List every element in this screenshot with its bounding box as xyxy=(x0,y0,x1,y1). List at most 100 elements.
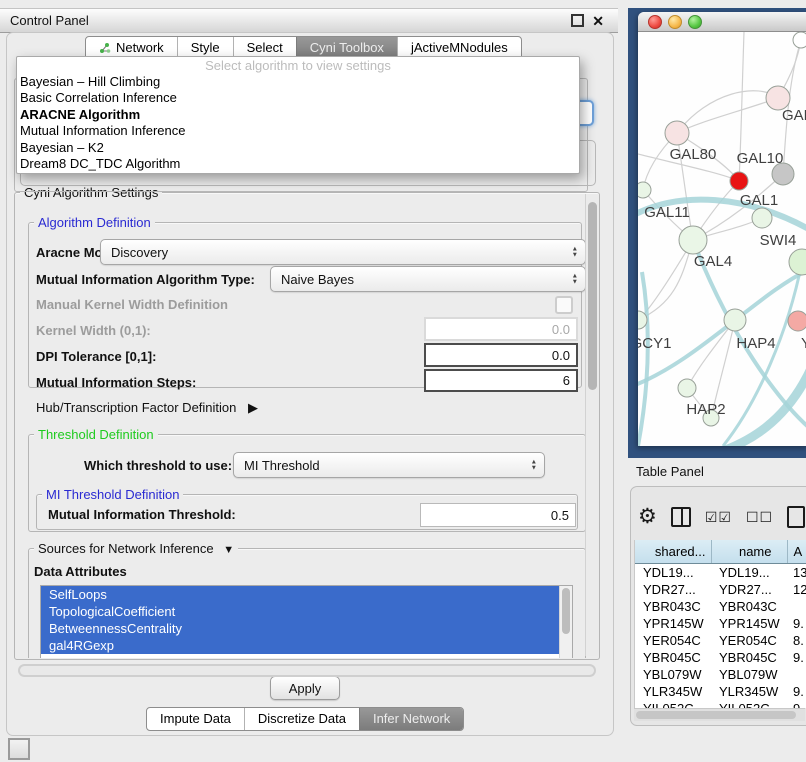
which-threshold-label: Which threshold to use: xyxy=(84,458,232,473)
network-edge[interactable] xyxy=(638,267,806,387)
algorithm-option-aracne-algorithm[interactable]: ARACNE Algorithm xyxy=(17,107,579,123)
hub-definition-label: Hub/Transcription Factor Definition xyxy=(36,400,236,415)
network-node-hap2[interactable] xyxy=(678,379,696,397)
network-node-gal11[interactable] xyxy=(638,182,651,198)
network-node-label: GAL80 xyxy=(670,146,717,163)
spinner-arrows-icon: ▲▼ xyxy=(531,460,537,471)
columns-icon[interactable] xyxy=(671,507,691,527)
tab-impute-data[interactable]: Impute Data xyxy=(147,708,244,730)
deselect-all-checkboxes-icon[interactable]: ☐☐ xyxy=(746,509,773,526)
kernel-width-input[interactable]: 0.0 xyxy=(424,317,578,341)
window-minimize-button[interactable] xyxy=(668,15,682,29)
network-node-y[interactable] xyxy=(788,311,806,331)
column-header-name[interactable]: name xyxy=(711,540,787,564)
mi-type-select[interactable]: Naive Bayes ▲▼ xyxy=(270,266,586,292)
apply-button[interactable]: Apply xyxy=(270,676,340,700)
data-attribute-item-topologicalcoefficient[interactable]: TopologicalCoefficient xyxy=(41,603,572,620)
network-edge[interactable] xyxy=(638,272,648,446)
mi-steps-input[interactable]: 6 xyxy=(424,369,578,392)
tab-label: Discretize Data xyxy=(258,708,346,730)
table-row[interactable]: YBR045CYBR045C9. xyxy=(635,649,806,666)
table-row[interactable]: YDL19...YDL19...13 xyxy=(635,564,806,582)
close-icon[interactable]: ✕ xyxy=(592,16,604,26)
manual-kernel-checkbox[interactable] xyxy=(555,296,573,314)
which-threshold-select[interactable]: MI Threshold ▲▼ xyxy=(233,452,545,478)
network-edge[interactable] xyxy=(687,320,735,388)
mi-steps-value: 6 xyxy=(563,373,570,388)
table-row[interactable]: YBL079WYBL079W xyxy=(635,666,806,683)
dock-panel-icon[interactable] xyxy=(8,738,30,760)
network-edge[interactable] xyxy=(723,262,802,446)
algorithm-dropdown-list: Select algorithm to view settings Bayesi… xyxy=(16,56,580,174)
settings-horizontal-thumb[interactable] xyxy=(20,666,594,675)
table-horizontal-scrollbar[interactable] xyxy=(634,708,805,721)
column-header-a[interactable]: A xyxy=(787,540,806,564)
table-row[interactable]: YER054CYER054C8. xyxy=(635,632,806,649)
algorithm-option-dream8-dc-tdc-algorithm[interactable]: Dream8 DC_TDC Algorithm xyxy=(17,156,579,172)
table-row[interactable]: YIL052CYIL052C9 xyxy=(635,700,806,708)
algorithm-option-mutual-information-inference[interactable]: Mutual Information Inference xyxy=(17,123,579,139)
table-cell: YLR345W xyxy=(635,683,711,700)
mi-threshold-label: Mutual Information Threshold: xyxy=(48,507,236,522)
select-all-checkboxes-icon[interactable]: ☑☑ xyxy=(705,509,732,526)
hub-definition-toggle[interactable]: Hub/Transcription Factor Definition ▶ xyxy=(36,400,258,416)
settings-scrollbar-thumb[interactable] xyxy=(588,202,597,390)
which-threshold-value: MI Threshold xyxy=(244,458,320,473)
network-node-hap4[interactable] xyxy=(724,309,746,331)
network-node-swi4[interactable] xyxy=(789,249,806,275)
dropdown-placeholder: Select algorithm to view settings xyxy=(17,57,579,74)
data-attribute-item-gal4rgexp[interactable]: gal4RGexp xyxy=(41,637,572,654)
data-attribute-item-betweennesscentrality[interactable]: BetweennessCentrality xyxy=(41,620,572,637)
tab-discretize-data[interactable]: Discretize Data xyxy=(244,708,359,730)
algorithm-definition-title: Algorithm Definition xyxy=(34,215,155,230)
tab-label: Impute Data xyxy=(160,708,231,730)
network-edge[interactable] xyxy=(677,98,778,133)
table-cell: 9. xyxy=(787,649,806,666)
network-node-gal80[interactable] xyxy=(665,121,689,145)
table-row[interactable]: YBR043CYBR043C xyxy=(635,598,806,615)
network-window-titlebar[interactable] xyxy=(638,12,806,32)
window-close-button[interactable] xyxy=(648,15,662,29)
algorithm-option-bayesian-hill-climbing[interactable]: Bayesian – Hill Climbing xyxy=(17,74,579,90)
float-window-icon[interactable] xyxy=(571,14,584,27)
window-zoom-button[interactable] xyxy=(688,15,702,29)
gear-icon[interactable]: ⚙ xyxy=(638,507,657,527)
column-header-shared[interactable]: shared... xyxy=(635,540,711,564)
table-cell: 12 xyxy=(787,581,806,598)
tab-infer-network[interactable]: Infer Network xyxy=(359,708,463,730)
mi-threshold-input[interactable]: 0.5 xyxy=(420,503,576,527)
network-node-gal4[interactable] xyxy=(679,226,707,254)
network-node-gal1[interactable] xyxy=(752,208,772,228)
spinner-arrows-icon: ▲▼ xyxy=(572,274,578,285)
network-node-label: GAL xyxy=(782,107,806,124)
table-cell: YBR043C xyxy=(635,598,711,615)
algorithm-option-bayesian-k2[interactable]: Bayesian – K2 xyxy=(17,140,579,156)
data-attributes-list: SelfLoopsTopologicalCoefficientBetweenne… xyxy=(40,585,573,658)
network-canvas[interactable]: GALGAL80GAL10GAL11GAL1SWI4GAL4GCY1HAP4YH… xyxy=(638,32,806,446)
settings-horizontal-scrollbar[interactable] xyxy=(18,664,596,677)
table-cell: YPR145W xyxy=(635,615,711,632)
network-view-window: GALGAL80GAL10GAL11GAL1SWI4GAL4GCY1HAP4YH… xyxy=(638,12,806,446)
list-scrollbar-thumb[interactable] xyxy=(562,588,570,634)
sources-group-title[interactable]: Sources for Network Inference ▼ xyxy=(34,541,238,556)
network-node[interactable] xyxy=(793,32,806,48)
network-node-label: Y xyxy=(801,335,806,352)
mi-steps-label: Mutual Information Steps: xyxy=(36,375,196,390)
network-node-gal10[interactable] xyxy=(730,172,748,190)
table-cell: 9. xyxy=(787,683,806,700)
dpi-tolerance-input[interactable]: 0.0 xyxy=(424,343,578,367)
network-node-label: SWI4 xyxy=(760,232,797,249)
table-cell: YDR27... xyxy=(711,581,787,598)
table-scrollbar-thumb[interactable] xyxy=(636,711,796,719)
data-attributes-label: Data Attributes xyxy=(34,564,127,579)
table-row[interactable]: YPR145WYPR145W9. xyxy=(635,615,806,632)
data-attribute-item-selfloops[interactable]: SelfLoops xyxy=(41,586,572,603)
table-row[interactable]: YLR345WYLR345W9. xyxy=(635,683,806,700)
settings-vertical-scrollbar[interactable] xyxy=(585,194,599,656)
table-row[interactable]: YDR27...YDR27...12 xyxy=(635,581,806,598)
document-icon[interactable] xyxy=(787,506,805,528)
table-cell: YBL079W xyxy=(635,666,711,683)
algorithm-option-basic-correlation-inference[interactable]: Basic Correlation Inference xyxy=(17,90,579,106)
aracne-mode-select[interactable]: Discovery ▲▼ xyxy=(100,239,586,265)
list-scrollbar[interactable] xyxy=(559,586,572,658)
